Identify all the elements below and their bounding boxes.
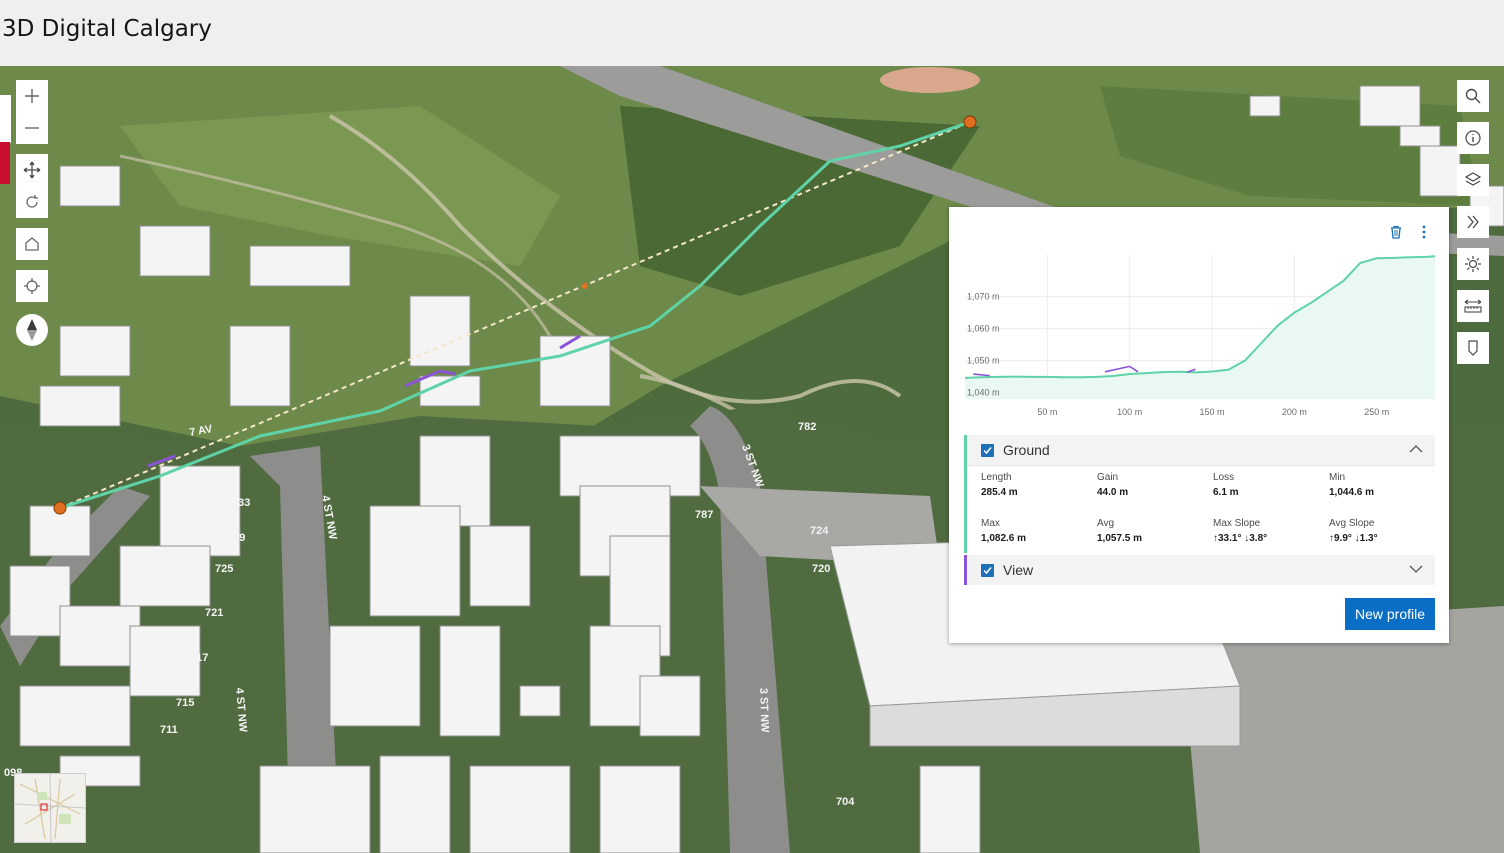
app-header: 3D Digital Calgary [0, 0, 1504, 66]
view-segment [1104, 365, 1130, 373]
measure-icon [1464, 299, 1482, 313]
left-panel-tab[interactable] [0, 142, 10, 184]
shield-icon [1468, 340, 1478, 356]
stat-gain: Gain 44.0 m [1097, 472, 1129, 498]
chevron-down-icon[interactable] [1409, 564, 1423, 574]
stat-avg-slope: Avg Slope ↑9.9° ↓1.3° [1329, 517, 1378, 544]
x-tick-label: 250 m [1364, 407, 1389, 417]
rotate-icon [26, 195, 38, 208]
street-label: 3 ST NW [757, 688, 771, 734]
address-label: 720 [812, 563, 830, 575]
address-label: 724 [810, 525, 829, 537]
crosshair-icon [24, 278, 40, 294]
delete-profile-button[interactable] [1389, 225, 1403, 239]
chevron-up-icon[interactable] [1409, 444, 1423, 454]
trash-icon [1391, 225, 1401, 239]
shield-button[interactable] [1457, 332, 1489, 364]
locate-button[interactable] [16, 270, 48, 302]
search-icon [1465, 88, 1481, 104]
stat-max: Max 1,082.6 m [981, 517, 1027, 544]
stat-max-slope: Max Slope ↑33.1° ↓3.8° [1213, 517, 1268, 544]
zoom-out-button[interactable] [16, 112, 48, 144]
overview-map[interactable] [14, 773, 86, 843]
layers-button[interactable] [1457, 164, 1489, 196]
x-tick-label: 150 m [1200, 407, 1225, 417]
address-label: 725 [215, 563, 233, 575]
info-button[interactable] [1457, 122, 1489, 154]
zoom-in-button[interactable] [16, 80, 48, 112]
address-label: 717 [190, 652, 208, 664]
stat-length: Length 285.4 m [981, 472, 1018, 498]
ground-stats: Length 285.4 m Gain 44.0 m Loss 6.1 m Min 1,… [967, 465, 1435, 553]
y-tick-label: 1,060 m [967, 324, 1000, 334]
more-vertical-icon [1422, 225, 1426, 239]
profile-end-point[interactable] [963, 115, 977, 129]
compass-button[interactable] [16, 314, 48, 346]
check-icon [983, 446, 992, 454]
address-label: 729 [227, 532, 245, 544]
move-icon [23, 161, 41, 179]
address-label: 715 [176, 697, 194, 709]
view-section: View [964, 555, 1435, 585]
address-label: 704 [836, 796, 855, 808]
new-profile-button[interactable]: New profile [1345, 598, 1435, 630]
x-tick-label: 100 m [1117, 407, 1142, 417]
ground-section-header[interactable]: Ground [967, 435, 1435, 465]
pan-button[interactable] [16, 154, 48, 186]
view-checkbox[interactable] [981, 563, 994, 577]
x-tick-label: 50 m [1037, 407, 1057, 417]
minus-icon [25, 127, 39, 129]
overview-map-drawing [15, 774, 85, 842]
measure-button[interactable] [1457, 290, 1489, 322]
ground-checkbox[interactable] [981, 443, 994, 457]
ground-section: Ground Length 285.4 m Gain 44.0 m Loss 6.1 … [964, 435, 1435, 553]
check-icon [983, 566, 992, 574]
sun-icon [1465, 256, 1481, 272]
y-tick-label: 1,050 m [967, 356, 1000, 366]
rotate-button[interactable] [16, 186, 48, 218]
view-segment [1129, 365, 1139, 373]
stat-loss: Loss 6.1 m [1213, 472, 1239, 498]
stat-min: Min 1,044.6 m [1329, 472, 1375, 498]
compass-icon [27, 319, 37, 341]
view-segment [973, 373, 990, 377]
y-tick-label: 1,040 m [967, 388, 1000, 398]
left-panel-edge [0, 95, 11, 143]
elevation-profile-chart[interactable]: 1,070 m 1,060 m 1,050 m 1,040 m 50 m 100 m 15… [963, 247, 1439, 427]
info-icon [1465, 130, 1481, 146]
home-button[interactable] [16, 228, 48, 260]
daylight-button[interactable] [1457, 248, 1489, 280]
x-tick-label: 200 m [1282, 407, 1307, 417]
app-title: 3D Digital Calgary [2, 16, 212, 42]
stat-avg: Avg 1,057.5 m [1097, 517, 1143, 544]
home-icon [25, 237, 39, 251]
address-label: 782 [798, 421, 816, 433]
more-options-button[interactable] [1421, 225, 1427, 239]
ground-section-label: Ground [1003, 442, 1050, 458]
y-tick-label: 1,070 m [967, 292, 1000, 302]
address-label: 711 [160, 724, 178, 736]
view-section-header[interactable]: View [967, 555, 1435, 585]
search-button[interactable] [1457, 80, 1489, 112]
layers-icon [1464, 172, 1482, 186]
view-section-label: View [1003, 562, 1034, 578]
profile-start-point[interactable] [53, 501, 67, 515]
address-label: 733 [232, 497, 250, 509]
address-label: 721 [205, 607, 223, 619]
chevrons-right-icon [1467, 215, 1479, 229]
address-label: 787 [695, 509, 713, 521]
plus-icon [25, 89, 39, 103]
expand-button[interactable] [1457, 206, 1489, 238]
